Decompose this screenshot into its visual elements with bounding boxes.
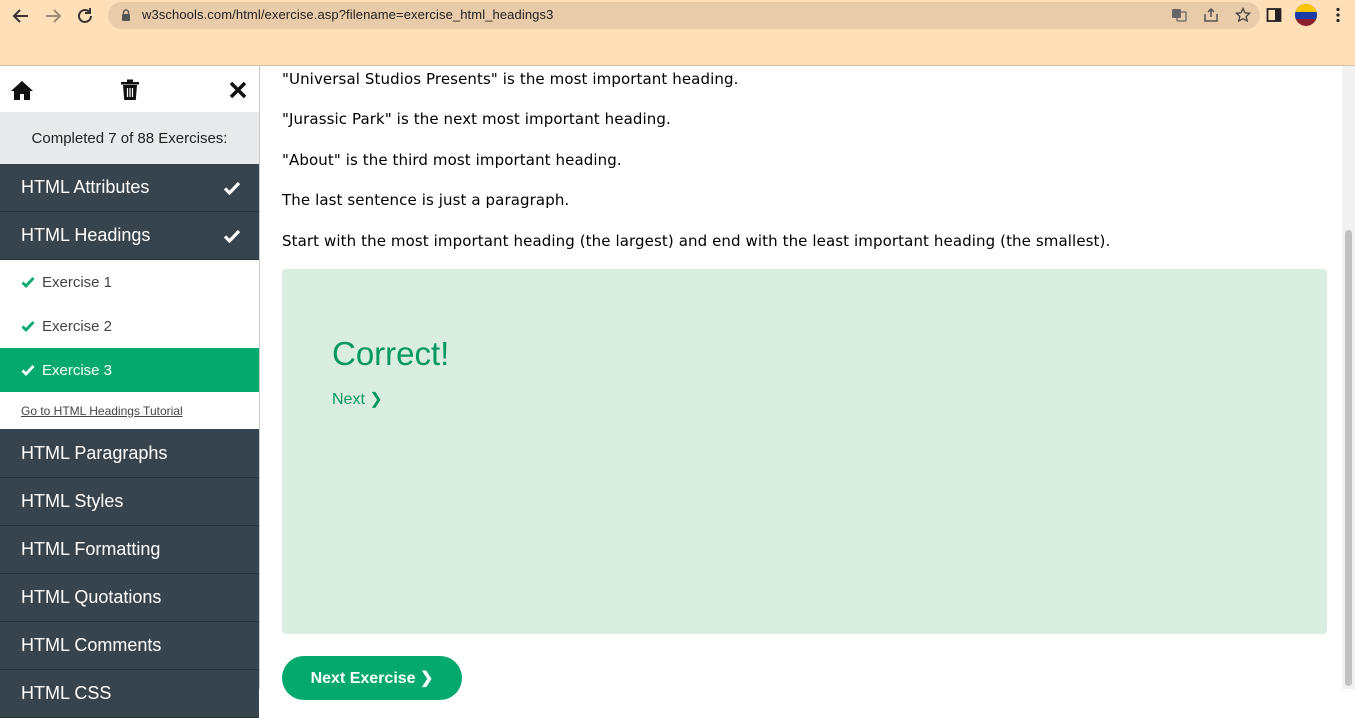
- sidebar-toolbar: [0, 66, 259, 112]
- back-icon[interactable]: [10, 5, 32, 27]
- exercise-item-2[interactable]: Exercise 2: [0, 304, 259, 348]
- result-title: Correct!: [332, 335, 450, 372]
- category-label: HTML Headings: [21, 225, 151, 245]
- exercise-label: Exercise 3: [42, 361, 113, 379]
- scrollbar-thumb[interactable]: [1345, 230, 1352, 686]
- translate-icon[interactable]: [1170, 6, 1188, 24]
- instruction-paragraph: The last sentence is just a paragraph.: [282, 191, 570, 209]
- trash-icon[interactable]: [118, 78, 142, 102]
- sidebar-item-html-css[interactable]: HTML CSS: [0, 670, 259, 718]
- category-label: HTML Paragraphs: [21, 443, 168, 463]
- exercise-main: "Universal Studios Presents" is the most…: [282, 66, 1342, 700]
- progress-summary: Completed 7 of 88 Exercises:: [0, 112, 259, 164]
- share-icon[interactable]: [1202, 6, 1220, 24]
- next-exercise-button[interactable]: Next Exercise ❯: [282, 656, 462, 700]
- checkmark-icon: [21, 321, 35, 333]
- sidebar-item-html-comments[interactable]: HTML Comments: [0, 622, 259, 670]
- menu-icon[interactable]: [1329, 6, 1347, 24]
- category-label: HTML Comments: [21, 635, 162, 655]
- category-label: HTML CSS: [21, 683, 112, 703]
- tutorial-link[interactable]: Go to HTML Headings Tutorial: [0, 392, 259, 430]
- sidebar-item-html-styles[interactable]: HTML Styles: [0, 478, 259, 526]
- page-scrollbar[interactable]: [1342, 66, 1355, 689]
- exercise-item-3[interactable]: Exercise 3: [0, 348, 259, 392]
- checkmark-icon: [223, 229, 241, 244]
- profile-avatar[interactable]: [1295, 4, 1317, 26]
- category-label: HTML Attributes: [21, 177, 150, 197]
- star-icon[interactable]: [1234, 6, 1252, 24]
- checkmark-icon: [223, 181, 241, 196]
- sidepanel-icon[interactable]: [1265, 6, 1283, 24]
- address-bar[interactable]: w3schools.com/html/exercise.asp?filename…: [108, 2, 1260, 29]
- category-label: HTML Formatting: [21, 539, 161, 559]
- sidebar-item-html-formatting[interactable]: HTML Formatting: [0, 526, 259, 574]
- checkmark-icon: [21, 365, 35, 377]
- sidebar-item-html-attributes[interactable]: HTML Attributes: [0, 164, 259, 212]
- exercise-label: Exercise 1: [42, 273, 113, 291]
- url-text: w3schools.com/html/exercise.asp?filename…: [142, 7, 554, 22]
- exercise-item-1[interactable]: Exercise 1: [0, 260, 259, 304]
- close-icon[interactable]: [226, 78, 250, 102]
- category-label: HTML Styles: [21, 491, 124, 511]
- reload-icon[interactable]: [74, 5, 96, 27]
- instruction-paragraph: Start with the most important heading (t…: [282, 232, 1111, 250]
- exercise-sidebar: Completed 7 of 88 Exercises: HTML Attrib…: [0, 66, 260, 718]
- checkmark-icon: [21, 277, 35, 289]
- result-panel: Correct! Next ❯: [282, 269, 1327, 634]
- sidebar-item-html-quotations[interactable]: HTML Quotations: [0, 574, 259, 622]
- home-icon[interactable]: [10, 78, 34, 102]
- sidebar-item-html-headings[interactable]: HTML Headings: [0, 212, 259, 260]
- instruction-paragraph: "Universal Studios Presents" is the most…: [282, 70, 739, 88]
- category-label: HTML Quotations: [21, 587, 162, 607]
- next-link[interactable]: Next ❯: [332, 389, 383, 409]
- instruction-paragraph: "About" is the third most important head…: [282, 151, 622, 169]
- forward-icon[interactable]: [42, 5, 64, 27]
- sidebar-item-html-paragraphs[interactable]: HTML Paragraphs: [0, 430, 259, 478]
- browser-chrome: w3schools.com/html/exercise.asp?filename…: [0, 0, 1355, 66]
- lock-icon: [122, 9, 130, 21]
- exercise-label: Exercise 2: [42, 317, 113, 335]
- instruction-paragraph: "Jurassic Park" is the next most importa…: [282, 110, 671, 128]
